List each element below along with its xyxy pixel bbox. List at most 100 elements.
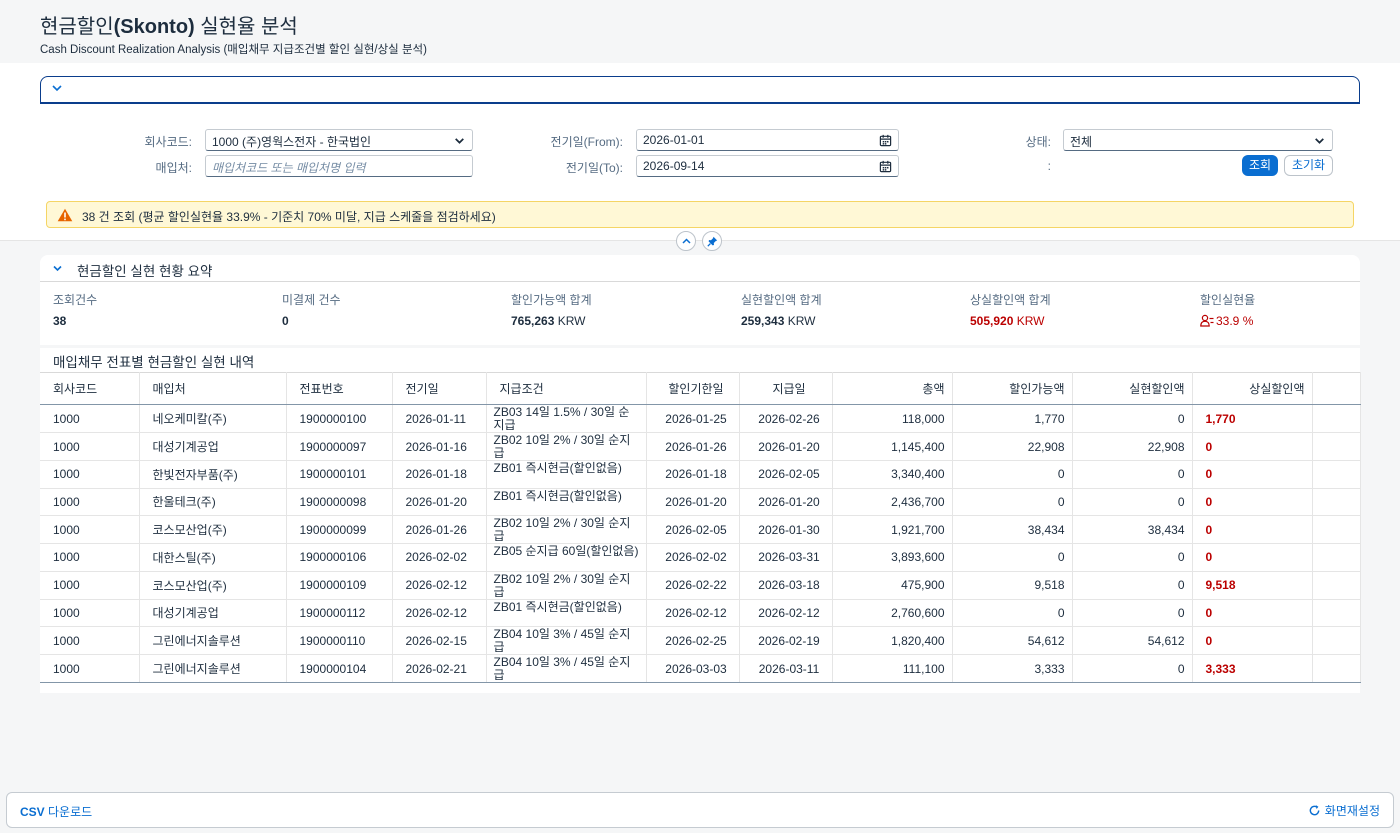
company-code-cell: 1000 (40, 599, 140, 627)
column-header[interactable]: 상실할인액 (1192, 372, 1313, 405)
chevron-down-icon (53, 265, 62, 272)
posting-date-cell: 2026-02-15 (392, 626, 487, 655)
discount-available-cell: 0 (952, 599, 1073, 627)
csv-download-button[interactable]: CSV 다운로드 (20, 803, 92, 820)
company-code-value: 1000 (주)영웍스전자 - 한국법인 (212, 135, 372, 149)
column-header[interactable]: 실현할인액 (1072, 372, 1193, 405)
row-filler (1312, 654, 1361, 683)
kpi-unit: KRW (784, 314, 816, 328)
payment-terms-cell: ZB02 10일 2% / 30일 순지급 (486, 571, 647, 600)
status-select[interactable]: 전체 (1063, 129, 1333, 151)
table-row[interactable]: 1000 대한스틸(주) 1900000106 2026-02-02 ZB05 순지급 … (40, 543, 1361, 572)
payment-terms-cell: ZB04 10일 3% / 45일 순지급 (486, 626, 647, 655)
document-number-cell: 1900000101 (286, 460, 393, 489)
pin-header-button[interactable] (702, 231, 722, 251)
column-header[interactable]: 전기일 (392, 372, 487, 405)
csv-label: 다운로드 (44, 805, 93, 819)
column-header[interactable]: 할인가능액 (952, 372, 1073, 405)
kpi-discount-lost: 상실할인액 합계 505,920 KRW (970, 291, 1051, 328)
discount-available-cell: 0 (952, 488, 1073, 516)
kpi-unit: KRW (554, 314, 586, 328)
company-code-cell: 1000 (40, 432, 140, 461)
title-suffix: 실현율 분석 (194, 16, 298, 38)
vendor-cell: 그린에너지솔루션 (139, 654, 287, 683)
date-from-input[interactable]: 2026-01-01 (636, 129, 899, 151)
table-row[interactable]: 1000 코스모산업(주) 1900000109 2026-02-12 ZB02 10일… (40, 571, 1361, 600)
table-row[interactable]: 1000 한빛전자부품(주) 1900000101 2026-01-18 ZB01 즉시… (40, 460, 1361, 489)
row-filler (1312, 599, 1361, 627)
posting-date-cell: 2026-02-02 (392, 543, 487, 572)
reset-layout-button[interactable]: 화면재설정 (1308, 802, 1380, 819)
payment-terms-cell: ZB02 10일 2% / 30일 순지급 (486, 515, 647, 544)
table-row[interactable]: 1000 대성기계공업 1900000112 2026-02-12 ZB01 즉시현금(… (40, 599, 1361, 627)
kpi-label: 실현할인액 합계 (741, 293, 822, 307)
reset-button[interactable]: 초기화 (1284, 155, 1333, 176)
column-header[interactable]: 매입처 (139, 372, 287, 405)
search-button[interactable]: 조회 (1242, 155, 1278, 176)
column-header[interactable]: 총액 (832, 372, 953, 405)
company-code-label: 회사코드: (144, 135, 193, 149)
kpi-label: 할인가능액 합계 (511, 293, 592, 307)
discount-due-date-cell: 2026-01-25 (646, 404, 740, 433)
payment-date-cell: 2026-02-19 (739, 626, 833, 655)
company-code-select[interactable]: 1000 (주)영웍스전자 - 한국법인 (205, 129, 473, 151)
gross-amount-cell: 3,893,600 (832, 543, 953, 572)
date-to-value: 2026-09-14 (643, 159, 705, 173)
document-number-cell: 1900000109 (286, 571, 393, 600)
discount-realized-cell: 38,434 (1072, 515, 1193, 544)
column-header[interactable]: 할인기한일 (646, 372, 740, 405)
table-title: 매입채무 전표별 현금할인 실현 내역 (53, 355, 255, 370)
payment-terms-cell: ZB01 즉시현금(할인없음) (486, 488, 647, 516)
table-row[interactable]: 1000 네오케미칼(주) 1900000100 2026-01-11 ZB03 14일… (40, 404, 1361, 433)
variant-toggle[interactable] (40, 76, 1360, 104)
document-number-cell: 1900000106 (286, 543, 393, 572)
title-brand: (Skonto) (113, 16, 195, 38)
row-filler (1312, 515, 1361, 544)
chevron-down-icon (52, 85, 62, 92)
filter-bar: 회사코드: 1000 (주)영웍스전자 - 한국법인 매입처: 매입처코드 또는… (0, 63, 1400, 241)
refresh-icon (1309, 805, 1320, 816)
table-row[interactable]: 1000 그린에너지솔루션 1900000104 2026-02-21 ZB04 10일… (40, 654, 1361, 683)
posting-date-cell: 2026-01-18 (392, 460, 487, 489)
calendar-icon[interactable] (879, 134, 892, 147)
column-header-filler (1312, 372, 1361, 405)
vendor-input[interactable]: 매입처코드 또는 매입처명 입력 (205, 155, 473, 177)
payment-date-cell: 2026-02-05 (739, 460, 833, 489)
discount-realized-cell: 0 (1072, 460, 1193, 489)
table-row[interactable]: 1000 한울테크(주) 1900000098 2026-01-20 ZB01 즉시현금… (40, 488, 1361, 516)
payment-date-cell: 2026-02-26 (739, 404, 833, 433)
discount-realized-cell: 22,908 (1072, 432, 1193, 461)
date-to-input[interactable]: 2026-09-14 (636, 155, 899, 177)
collapse-header-button[interactable] (676, 231, 696, 251)
payment-date-cell: 2026-01-30 (739, 515, 833, 544)
calendar-icon[interactable] (879, 160, 892, 173)
vendor-cell: 코스모산업(주) (139, 571, 287, 600)
posting-date-cell: 2026-01-11 (392, 404, 487, 433)
table-row[interactable]: 1000 코스모산업(주) 1900000099 2026-01-26 ZB02 10일… (40, 515, 1361, 544)
summary-title: 현금할인 실현 현황 요약 (77, 264, 213, 279)
column-header[interactable]: 전표번호 (286, 372, 393, 405)
discount-realized-cell: 0 (1072, 488, 1193, 516)
column-header[interactable]: 회사코드 (40, 372, 140, 405)
date-from-value: 2026-01-01 (643, 133, 705, 147)
row-filler (1312, 571, 1361, 600)
gross-amount-cell: 1,145,400 (832, 432, 953, 461)
column-header[interactable]: 지급조건 (486, 372, 647, 405)
discount-due-date-cell: 2026-01-20 (646, 488, 740, 516)
company-code-cell: 1000 (40, 460, 140, 489)
kpi-count: 조회건수 38 (53, 291, 97, 328)
vendor-cell: 코스모산업(주) (139, 515, 287, 544)
status-value: 전체 (1070, 135, 1093, 149)
chevron-down-icon (455, 138, 464, 144)
discount-due-date-cell: 2026-01-18 (646, 460, 740, 489)
payment-date-cell: 2026-03-11 (739, 654, 833, 683)
table-row[interactable]: 1000 대성기계공업 1900000097 2026-01-16 ZB02 10일 2… (40, 432, 1361, 461)
vendor-cell: 한빛전자부품(주) (139, 460, 287, 489)
row-filler (1312, 460, 1361, 489)
payment-date-cell: 2026-03-18 (739, 571, 833, 600)
payment-date-cell: 2026-03-31 (739, 543, 833, 572)
summary-header[interactable]: 현금할인 실현 현황 요약 (40, 255, 1360, 282)
table-row[interactable]: 1000 그린에너지솔루션 1900000110 2026-02-15 ZB04 10일… (40, 626, 1361, 655)
payment-terms-cell: ZB02 10일 2% / 30일 순지급 (486, 432, 647, 461)
column-header[interactable]: 지급일 (739, 372, 833, 405)
